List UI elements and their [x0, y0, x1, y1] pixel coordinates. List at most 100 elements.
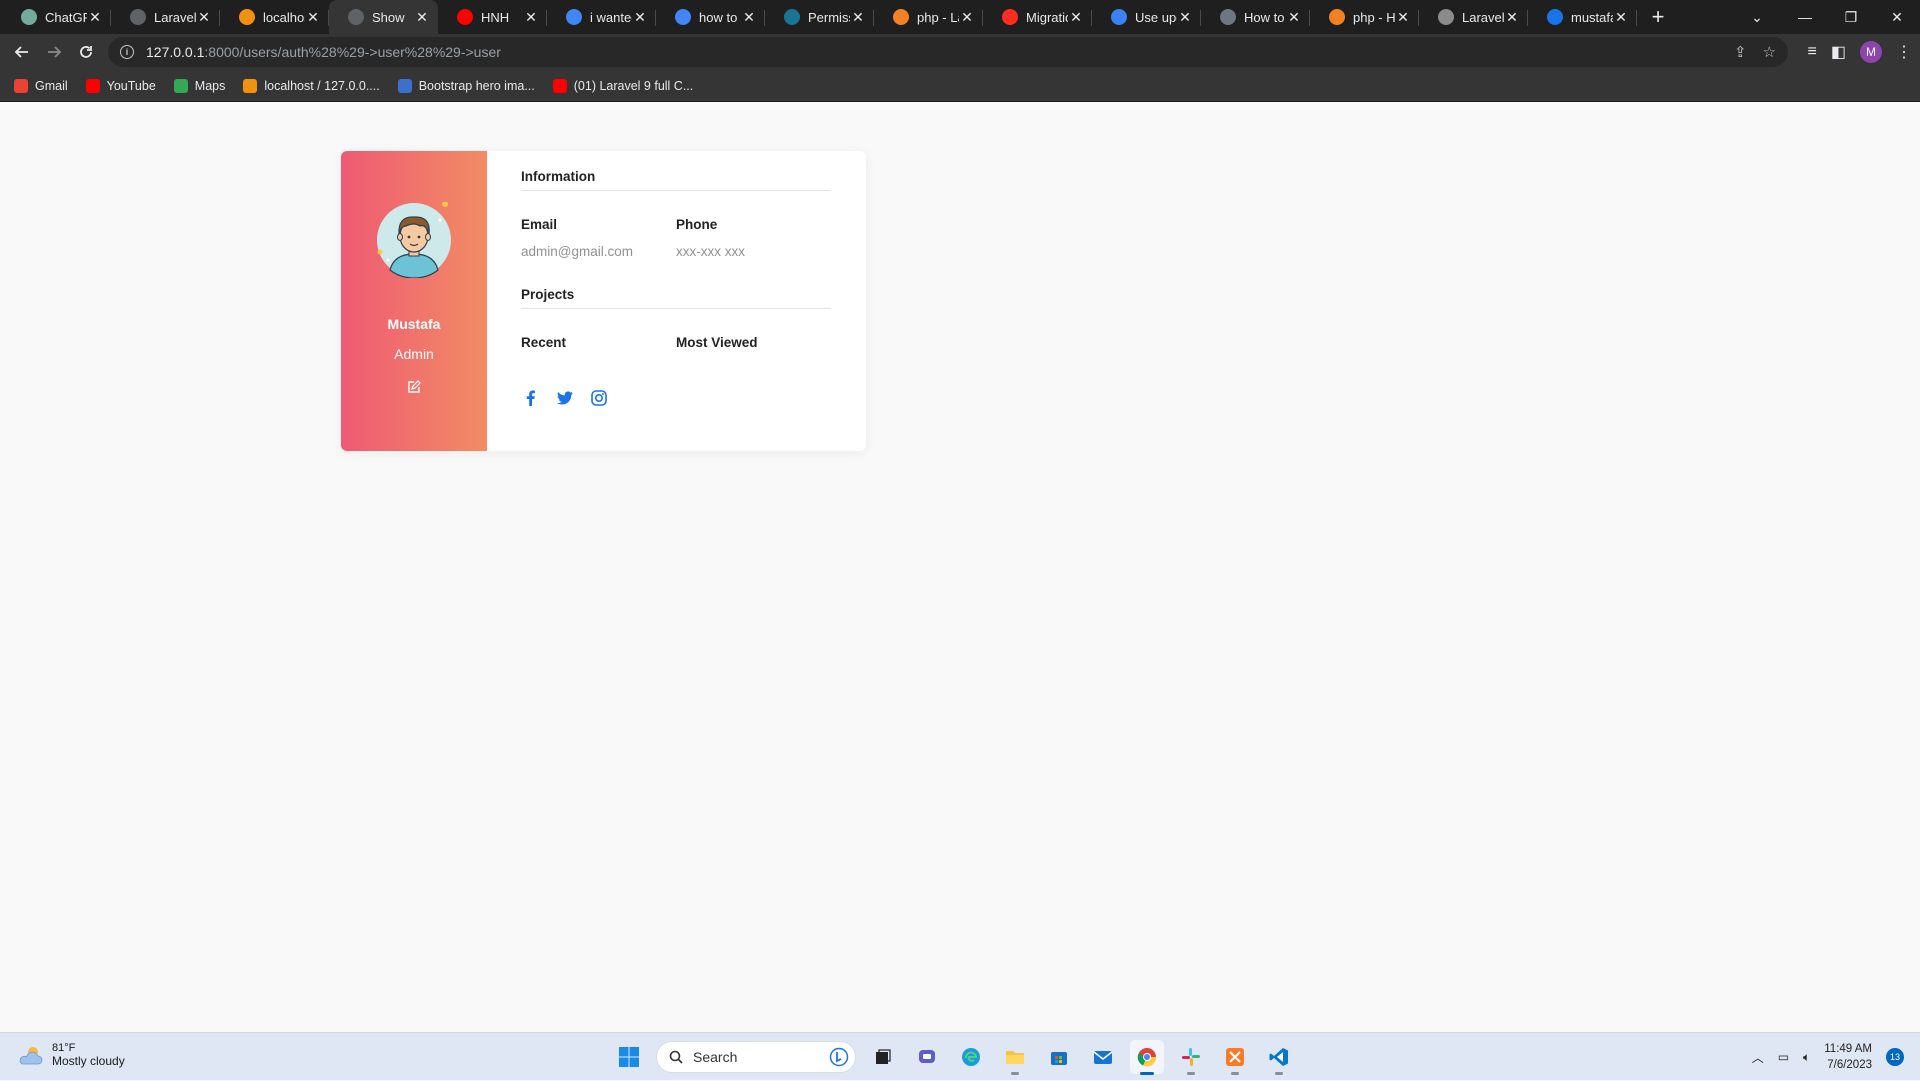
- bookmark-item[interactable]: localhost / 127.0.0....: [243, 78, 380, 93]
- phone-column: Phone xxx-xxx xxx: [676, 217, 831, 259]
- tab-close-icon[interactable]: ✕: [1286, 9, 1302, 26]
- chrome-icon: [1137, 1048, 1157, 1067]
- tab-close-icon[interactable]: ✕: [1504, 9, 1520, 26]
- browser-tab[interactable]: localhos✕: [220, 0, 329, 34]
- bookmark-item[interactable]: YouTube: [85, 78, 156, 93]
- share-icon[interactable]: ⇪: [1734, 43, 1747, 61]
- menu-icon[interactable]: ⋮: [1896, 42, 1912, 62]
- browser-tab[interactable]: mustafa ✕: [1528, 0, 1637, 34]
- browser-tab[interactable]: How to u✕: [1201, 0, 1310, 34]
- tab-close-icon[interactable]: ✕: [523, 9, 539, 26]
- tab-close-icon[interactable]: ✕: [1395, 9, 1411, 26]
- bookmark-label: Gmail: [35, 78, 68, 93]
- facebook-icon[interactable]: [521, 388, 541, 408]
- email-label: Email: [521, 217, 558, 232]
- browser-tab[interactable]: Laravel ✕: [111, 0, 220, 34]
- youtube-icon: [85, 78, 100, 93]
- tab-close-icon[interactable]: ✕: [1068, 9, 1084, 26]
- mail-app[interactable]: [1086, 1040, 1120, 1074]
- taskview-button[interactable]: [866, 1040, 900, 1074]
- bookmark-item[interactable]: Bootstrap hero ima...: [397, 78, 535, 93]
- youtube-icon: [552, 78, 567, 93]
- forward-button[interactable]: [38, 36, 70, 68]
- taskbar-search-box[interactable]: Search: [656, 1041, 856, 1073]
- tab-close-icon[interactable]: ✕: [850, 9, 866, 26]
- partly-cloudy-icon: [19, 1047, 43, 1065]
- minimize-button[interactable]: —: [1782, 0, 1828, 34]
- bookmark-item[interactable]: (01) Laravel 9 full C...: [552, 78, 693, 93]
- gmail-icon: [14, 78, 28, 93]
- browser-toolbar: i 127.0.0.1:8000/users/auth%28%29->user%…: [0, 34, 1920, 70]
- clock[interactable]: 11:49 AM 7/6/2023: [1824, 1041, 1872, 1073]
- tab-close-icon[interactable]: ✕: [414, 9, 430, 26]
- browser-tab[interactable]: i wanted✕: [547, 0, 656, 34]
- volume-icon[interactable]: 🔈︎: [1803, 1050, 1810, 1065]
- xampp-app[interactable]: [1218, 1040, 1252, 1075]
- teams-app[interactable]: [910, 1040, 944, 1074]
- twitter-icon[interactable]: [555, 388, 575, 408]
- tab-search-icon[interactable]: ⌄: [1734, 0, 1780, 34]
- tab-close-icon[interactable]: ✕: [1613, 9, 1629, 26]
- network-icon[interactable]: ▭: [1778, 1050, 1789, 1064]
- tab-close-icon[interactable]: ✕: [305, 9, 321, 26]
- store-app[interactable]: [1042, 1040, 1076, 1074]
- edit-icon[interactable]: [407, 380, 421, 394]
- tab-title: Use upd: [1135, 9, 1177, 25]
- chevron-up-icon[interactable]: ︿: [1752, 1049, 1764, 1066]
- close-window-button[interactable]: ✕: [1874, 0, 1920, 34]
- start-button[interactable]: [612, 1040, 646, 1074]
- browser-tab[interactable]: ChatGPT✕: [2, 0, 111, 34]
- projects-row: Recent Most Viewed: [521, 335, 831, 350]
- tab-close-icon[interactable]: ✕: [959, 9, 975, 26]
- edge-icon: [962, 1048, 980, 1066]
- slack-app[interactable]: [1174, 1040, 1208, 1075]
- weather-desc: Mostly cloudy: [52, 1054, 125, 1068]
- file-explorer-app[interactable]: [998, 1040, 1032, 1075]
- weather-temp: 81°F: [52, 1042, 76, 1054]
- new-tab-button[interactable]: +: [1643, 0, 1673, 34]
- chrome-app[interactable]: [1130, 1040, 1164, 1075]
- tab-close-icon[interactable]: ✕: [196, 9, 212, 26]
- bookmark-label: Bootstrap hero ima...: [418, 78, 535, 93]
- back-button[interactable]: [6, 36, 38, 68]
- phone-value: xxx-xxx xxx: [676, 244, 745, 259]
- browser-tab[interactable]: Laravel /✕: [1419, 0, 1528, 34]
- laravel-icon: [1002, 9, 1018, 25]
- url-text[interactable]: 127.0.0.1:8000/users/auth%28%29->user%28…: [146, 44, 501, 60]
- globe-icon: [130, 9, 146, 25]
- running-indicator: [1011, 1072, 1019, 1075]
- reload-button[interactable]: [70, 36, 102, 68]
- browser-tab[interactable]: Show ✕: [329, 0, 438, 34]
- browser-tab[interactable]: Use upd✕: [1092, 0, 1201, 34]
- side-panel-icon[interactable]: ◧: [1831, 42, 1846, 62]
- profile-avatar[interactable]: M: [1860, 41, 1882, 63]
- bookmark-item[interactable]: Gmail: [14, 78, 68, 93]
- phpmyadmin-icon: [239, 9, 255, 25]
- instagram-icon[interactable]: [589, 388, 609, 408]
- tab-title: php - La: [917, 9, 959, 25]
- tab-close-icon[interactable]: ✕: [741, 9, 757, 26]
- edge-app[interactable]: [954, 1040, 988, 1074]
- browser-tab[interactable]: HNH ✕: [438, 0, 547, 34]
- site-info-icon[interactable]: i: [120, 45, 134, 59]
- restore-button[interactable]: ❐: [1828, 0, 1874, 34]
- browser-tab[interactable]: Permissi✕: [765, 0, 874, 34]
- browser-tab[interactable]: how to u✕: [656, 0, 765, 34]
- slack-icon: [1182, 1048, 1200, 1066]
- address-bar[interactable]: i 127.0.0.1:8000/users/auth%28%29->user%…: [108, 37, 1788, 67]
- weather-widget[interactable]: 81°F Mostly cloudy: [18, 1042, 125, 1068]
- bookmark-item[interactable]: Maps: [173, 78, 225, 93]
- vscode-app[interactable]: [1262, 1040, 1296, 1075]
- tab-close-icon[interactable]: ✕: [632, 9, 648, 26]
- tab-close-icon[interactable]: ✕: [87, 9, 103, 26]
- browser-tab[interactable]: Migratio ✕: [983, 0, 1092, 34]
- bookmark-star-icon[interactable]: ☆: [1763, 43, 1776, 61]
- github-icon: [1220, 9, 1236, 25]
- browser-tab[interactable]: php - Ho✕: [1310, 0, 1419, 34]
- tab-close-icon[interactable]: ✕: [1177, 9, 1193, 26]
- notification-badge[interactable]: 13: [1886, 1048, 1904, 1066]
- browser-tab[interactable]: php - La✕: [874, 0, 983, 34]
- media-control-icon[interactable]: ≡: [1808, 43, 1817, 61]
- xampp-icon: [1226, 1048, 1244, 1066]
- store-icon: [1051, 1052, 1067, 1065]
